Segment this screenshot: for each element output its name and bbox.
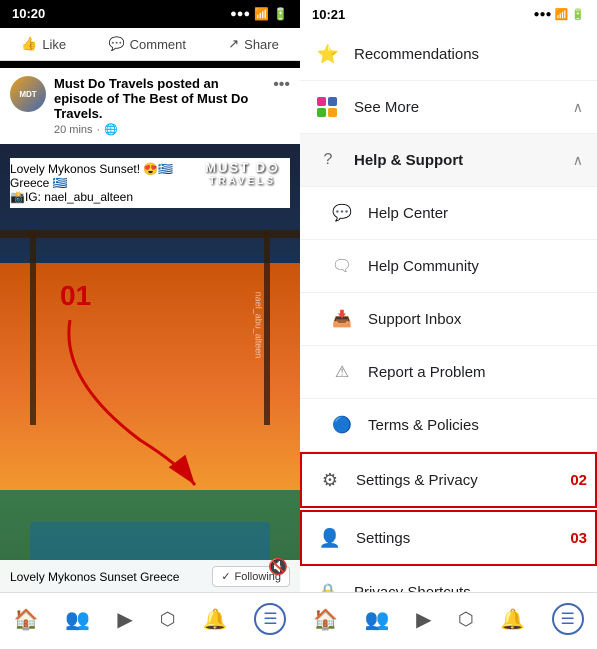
- privacy-shortcuts-icon: 🔒: [314, 578, 342, 592]
- wifi-icon: 📶: [254, 7, 269, 21]
- red-arrow: [40, 300, 220, 500]
- right-bottom-nav: 🏠 👥 ▶ ⬡ 🔔 ☰: [300, 592, 597, 649]
- more-icon[interactable]: •••: [273, 76, 290, 94]
- right-time: 10:21: [312, 7, 345, 22]
- left-action-bar: 👍 Like 💬 Comment ↗ Share: [0, 28, 300, 61]
- menu-item-terms-policies[interactable]: 🔵 Terms & Policies: [300, 399, 597, 452]
- terms-policies-icon: 🔵: [328, 411, 356, 439]
- support-inbox-icon: 📥: [328, 305, 356, 333]
- comment-button[interactable]: 💬 Comment: [108, 36, 186, 52]
- help-support-icon: ?: [314, 146, 342, 174]
- battery-icon: 🔋: [273, 7, 288, 21]
- right-nav-home[interactable]: 🏠: [313, 607, 338, 632]
- nav-friends[interactable]: 👥: [65, 607, 90, 632]
- right-nav-menu-button[interactable]: ☰: [552, 603, 584, 635]
- post-info: Must Do Travels posted an episode of The…: [54, 76, 265, 136]
- right-status-icons: ●●● 📶 🔋: [533, 8, 585, 21]
- menu-item-support-inbox[interactable]: 📥 Support Inbox: [300, 293, 597, 346]
- report-problem-icon: ⚠: [328, 358, 356, 386]
- badge-03: 03: [570, 530, 587, 547]
- post-header: MDT Must Do Travels posted an episode of…: [0, 68, 300, 144]
- video-bottom-bar: Lovely Mykonos Sunset Greece ✓ Following: [0, 560, 300, 593]
- right-nav-bell[interactable]: 🔔: [500, 607, 525, 632]
- video-title: Lovely Mykonos Sunset Greece: [10, 570, 179, 584]
- comment-icon: 💬: [108, 36, 124, 52]
- volume-icon[interactable]: 🔇: [268, 557, 288, 577]
- post-author: Must Do Travels posted an episode of The…: [54, 76, 265, 121]
- avatar: MDT: [10, 76, 46, 112]
- help-support-chevron: ∧: [573, 152, 583, 169]
- must-do-logo: MUST D⊙ TRAVELS: [205, 160, 280, 187]
- nav-bell[interactable]: 🔔: [202, 607, 227, 632]
- menu-item-help-center[interactable]: 💬 Help Center: [300, 187, 597, 240]
- menu-item-privacy-shortcuts[interactable]: 🔒 Privacy Shortcuts: [300, 566, 597, 592]
- right-nav-friends[interactable]: 👥: [365, 607, 390, 632]
- left-status-bar: 10:20 ●●● 📶 🔋: [0, 0, 300, 27]
- menu-item-help-support[interactable]: ? Help & Support ∧: [300, 134, 597, 187]
- menu-item-settings[interactable]: 👤 Settings 03: [300, 510, 597, 566]
- globe-icon: 🌐: [104, 123, 118, 136]
- right-signal-icon: ●●●: [533, 9, 551, 20]
- left-time: 10:20: [12, 6, 45, 21]
- help-community-icon: 🗨: [328, 252, 356, 280]
- recommendations-icon: ⭐: [314, 40, 342, 68]
- settings-privacy-icon: ⚙: [316, 466, 344, 494]
- menu-item-see-more[interactable]: See More ∧: [300, 81, 597, 134]
- nav-home[interactable]: 🏠: [14, 607, 39, 632]
- video-watermark: nael_abu_alteen: [254, 291, 264, 358]
- nav-menu-button[interactable]: ☰: [254, 603, 286, 635]
- post-time: 20 mins · 🌐: [54, 123, 265, 136]
- help-center-icon: 💬: [328, 199, 356, 227]
- right-panel: 10:21 ●●● 📶 🔋 ⭐ Recommendations See Mor: [300, 0, 597, 649]
- see-more-chevron: ∧: [573, 99, 583, 116]
- left-panel: 10:20 ●●● 📶 🔋 👍 Like 💬 Comment ↗ Share M…: [0, 0, 300, 649]
- right-wifi-icon: 📶: [555, 8, 569, 21]
- menu-item-recommendations[interactable]: ⭐ Recommendations: [300, 28, 597, 81]
- nav-groups[interactable]: ⬡: [160, 609, 176, 630]
- right-nav-groups[interactable]: ⬡: [458, 609, 474, 630]
- settings-icon: 👤: [316, 524, 344, 552]
- like-icon: 👍: [21, 36, 37, 52]
- menu-item-settings-privacy[interactable]: ⚙ Settings & Privacy 02: [300, 452, 597, 508]
- right-nav-watch[interactable]: ▶: [416, 607, 431, 632]
- nav-watch[interactable]: ▶: [117, 607, 132, 632]
- like-button[interactable]: 👍 Like: [21, 36, 66, 52]
- checkmark-icon: ✓: [221, 570, 230, 583]
- right-status-bar: 10:21 ●●● 📶 🔋: [300, 0, 597, 28]
- menu-list: ⭐ Recommendations See More ∧ ? Help & Su…: [300, 28, 597, 592]
- badge-02: 02: [570, 472, 587, 489]
- share-button[interactable]: ↗ Share: [228, 36, 279, 52]
- left-status-icons: ●●● 📶 🔋: [230, 7, 288, 21]
- menu-item-help-community[interactable]: 🗨 Help Community: [300, 240, 597, 293]
- right-battery-icon: 🔋: [571, 8, 585, 21]
- see-more-icon: [314, 93, 342, 121]
- share-icon: ↗: [228, 36, 239, 52]
- left-bottom-nav: 🏠 👥 ▶ ⬡ 🔔 ☰: [0, 592, 300, 649]
- menu-item-report-problem[interactable]: ⚠ Report a Problem: [300, 346, 597, 399]
- signal-icon: ●●●: [230, 8, 250, 20]
